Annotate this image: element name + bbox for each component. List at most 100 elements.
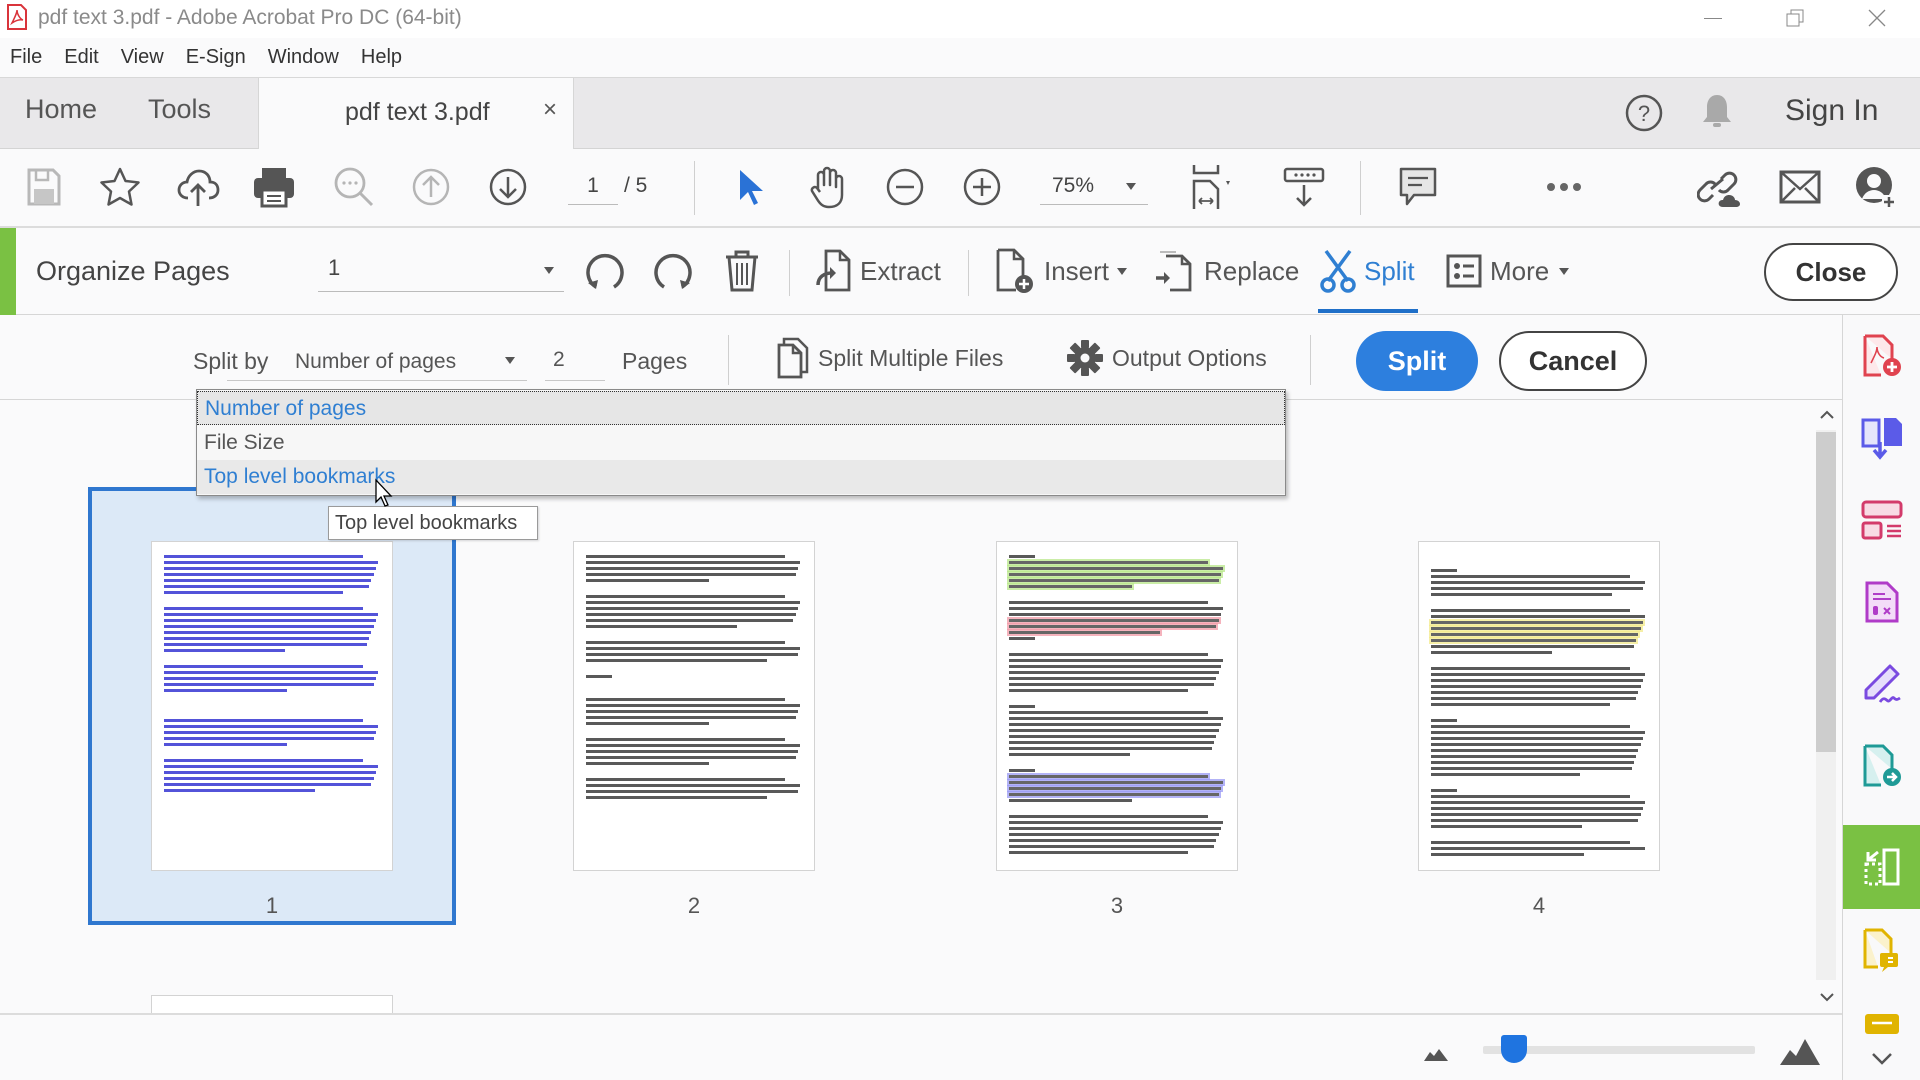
option-number-of-pages[interactable]: Number of pages (197, 391, 1285, 425)
split-multiple-files-label: Split Multiple Files (818, 344, 1004, 371)
save-button[interactable] (20, 163, 68, 211)
menu-edit[interactable]: Edit (64, 46, 98, 69)
edit-pdf-tool[interactable] (1843, 561, 1920, 643)
share-link-button[interactable] (1696, 163, 1744, 211)
rotate-clockwise-button[interactable] (652, 246, 702, 296)
close-organize-button[interactable]: Close (1764, 243, 1898, 301)
hand-tool-button[interactable] (804, 163, 852, 211)
restore-button[interactable] (1760, 0, 1830, 36)
tab-home[interactable]: Home (25, 94, 97, 125)
more-button[interactable]: More (1446, 246, 1570, 296)
tooltip: Top level bookmarks (328, 506, 538, 540)
zoom-in-button[interactable] (958, 163, 1006, 211)
option-file-size[interactable]: File Size (197, 426, 1285, 460)
divider (789, 250, 790, 296)
text-line (164, 613, 378, 616)
page-thumbnail-5[interactable] (151, 995, 393, 1013)
sign-in-link[interactable]: Sign In (1785, 94, 1878, 128)
replace-button[interactable]: Replace (1154, 246, 1299, 296)
insert-button[interactable]: Insert (996, 246, 1128, 296)
window-close-button[interactable] (1842, 0, 1912, 36)
menu-help[interactable]: Help (361, 46, 402, 69)
mouse-cursor-icon (375, 478, 393, 507)
small-thumbnails-icon[interactable] (1424, 1047, 1448, 1061)
notifications-bell-icon[interactable] (1700, 92, 1734, 132)
cancel-button[interactable]: Cancel (1499, 331, 1647, 391)
find-button[interactable] (330, 163, 378, 211)
split-multiple-files-button[interactable]: Split Multiple Files (776, 333, 1003, 383)
share-user-button[interactable] (1852, 163, 1900, 211)
pages-label: Pages (622, 348, 688, 374)
large-thumbnails-icon[interactable] (1780, 1037, 1820, 1065)
current-page-input[interactable]: 1 (568, 167, 618, 205)
extract-label: Extract (860, 255, 941, 286)
scrollbar-thumb[interactable] (1816, 432, 1836, 752)
panel-scroll-down-icon[interactable] (1871, 1052, 1893, 1066)
export-pdf-icon (1863, 744, 1901, 787)
help-icon[interactable]: ? (1624, 93, 1664, 133)
organize-pages-tool[interactable] (1843, 825, 1920, 909)
close-tab-icon[interactable]: × (543, 96, 557, 124)
previous-page-button[interactable] (407, 163, 455, 211)
text-line (1009, 851, 1189, 854)
text-line (1009, 585, 1133, 588)
page-thumbnail-1[interactable] (151, 541, 393, 871)
print-button[interactable] (250, 163, 298, 211)
page-thumbnail-3[interactable] (996, 541, 1238, 871)
comment-button[interactable] (1394, 163, 1442, 211)
combine-files-tool[interactable] (1843, 397, 1920, 479)
tab-tools[interactable]: Tools (148, 94, 211, 125)
scroll-down-icon[interactable] (1819, 992, 1835, 1002)
pages-count-input[interactable]: 2 (545, 339, 605, 381)
chevron-down-icon (505, 357, 515, 364)
create-pdf-tool[interactable] (1843, 315, 1920, 397)
export-pdf-tool[interactable] (1843, 725, 1920, 807)
menu-file[interactable]: File (10, 46, 42, 69)
layout-icon (1861, 500, 1903, 540)
email-button[interactable] (1776, 163, 1824, 211)
select-tool-button[interactable] (726, 163, 774, 211)
menu-view[interactable]: View (121, 46, 164, 69)
next-page-button[interactable] (484, 163, 532, 211)
extract-button[interactable]: Extract (816, 246, 941, 296)
page-fit-button[interactable] (1182, 163, 1242, 211)
rotate-counterclockwise-button[interactable] (584, 246, 634, 296)
zoom-out-button[interactable] (881, 163, 929, 211)
menu-esign[interactable]: E-Sign (186, 46, 246, 69)
text-line (164, 555, 363, 558)
comment-tool[interactable] (1843, 909, 1920, 991)
split-options-bar: Split by Number of pages 2 Pages Split M… (0, 315, 1842, 400)
scroll-up-icon[interactable] (1819, 410, 1835, 420)
tab-document[interactable]: pdf text 3.pdf × (258, 78, 574, 150)
option-top-level-bookmarks[interactable]: Top level bookmarks (197, 460, 1285, 494)
delete-pages-button[interactable] (724, 246, 768, 296)
page-range-select[interactable]: 1 (318, 250, 564, 292)
split-tool-button[interactable]: Split (1320, 246, 1415, 296)
fill-sign-tool[interactable] (1843, 643, 1920, 725)
stamp-tool[interactable] (1843, 995, 1920, 1035)
menu-window[interactable]: Window (268, 46, 339, 69)
output-options-button[interactable]: Output Options (1066, 333, 1267, 383)
upload-cloud-button[interactable] (174, 163, 222, 211)
page-thumbnail-2[interactable] (573, 541, 815, 871)
gear-icon (1067, 340, 1103, 376)
text-line (164, 759, 363, 762)
text-line (1431, 795, 1630, 798)
bookmark-star-button[interactable] (96, 163, 144, 211)
zoom-level-select[interactable]: 75% (1040, 167, 1148, 205)
more-tools-button[interactable] (1540, 163, 1588, 211)
organize-layout-tool[interactable] (1843, 479, 1920, 561)
right-tools-panel (1842, 315, 1920, 1080)
thumbnail-size-slider-thumb[interactable] (1501, 1035, 1528, 1063)
minimize-icon (1704, 17, 1722, 19)
scrolling-mode-button[interactable] (1280, 163, 1328, 211)
scissors-icon (1320, 249, 1356, 293)
minimize-button[interactable] (1678, 0, 1748, 36)
split-confirm-button[interactable]: Split (1356, 331, 1478, 391)
text-line (1431, 685, 1641, 688)
text-line (586, 744, 800, 747)
vertical-scrollbar[interactable] (1812, 400, 1842, 1013)
page-thumbnail-4[interactable] (1418, 541, 1660, 871)
